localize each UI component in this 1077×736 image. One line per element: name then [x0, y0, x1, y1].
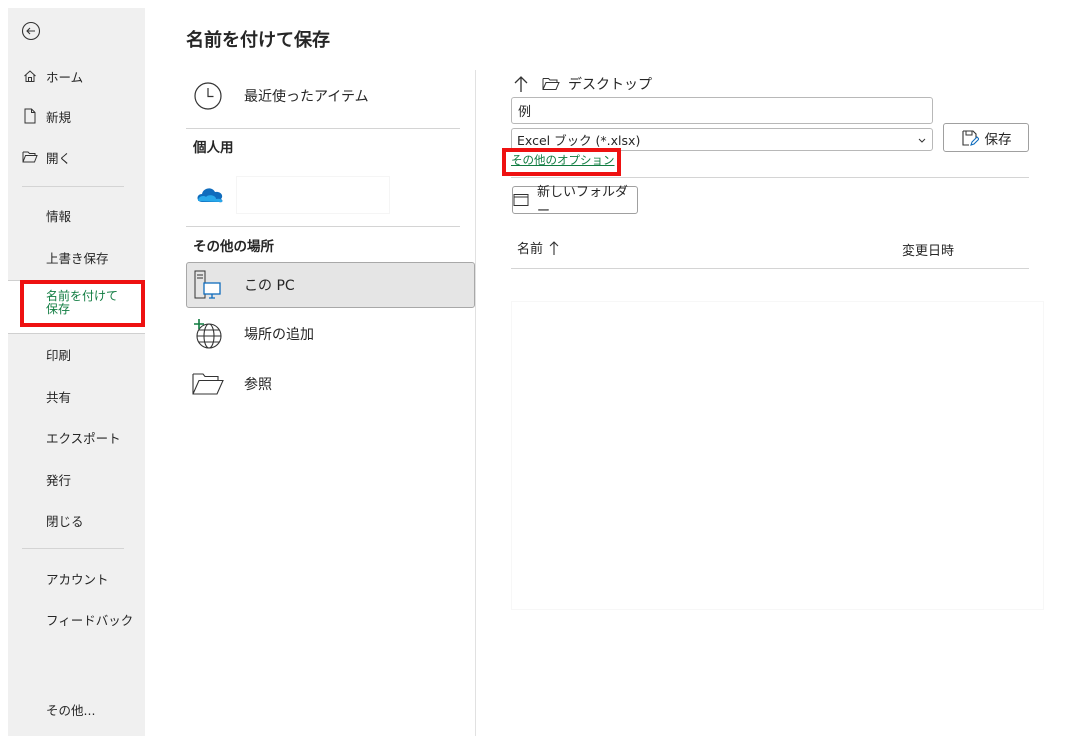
more-options-link[interactable]: その他のオプション	[511, 152, 615, 168]
nav-new-label: 新規	[46, 109, 72, 125]
computer-icon	[190, 267, 226, 303]
column-header-name[interactable]: 名前	[517, 238, 559, 257]
save-icon	[961, 129, 979, 147]
filetype-select[interactable]: Excel ブック (*.xlsx)	[511, 128, 933, 151]
column-header-modified[interactable]: 変更日時	[902, 240, 954, 259]
nav-close-label: 閉じる	[46, 513, 84, 529]
nav-share[interactable]: 共有	[8, 378, 145, 414]
location-browse[interactable]: 参照	[186, 362, 474, 406]
nav-export[interactable]: エクスポート	[8, 419, 145, 455]
home-icon	[22, 68, 38, 84]
nav-info-label: 情報	[46, 208, 72, 224]
location-browse-label: 参照	[244, 377, 272, 393]
nav-feedback[interactable]: フィードバック	[8, 601, 145, 637]
save-button[interactable]: 保存	[943, 123, 1029, 152]
new-folder-label: 新しいフォルダー	[537, 185, 629, 219]
nav-export-label: エクスポート	[46, 430, 121, 446]
path-label[interactable]: デスクトップ	[568, 74, 652, 94]
back-button[interactable]	[20, 21, 42, 45]
up-arrow-icon[interactable]	[514, 74, 530, 94]
nav-publish-label: 発行	[46, 472, 72, 488]
nav-divider	[22, 548, 124, 549]
back-arrow-icon	[21, 21, 41, 45]
nav-account-label: アカウント	[46, 571, 109, 587]
file-list[interactable]	[512, 302, 1043, 609]
nav-divider	[22, 186, 124, 187]
nav-more[interactable]: その他...	[8, 691, 145, 727]
save-button-label: 保存	[984, 131, 1012, 148]
nav-feedback-label: フィードバック	[46, 612, 134, 628]
column-header-name-label: 名前	[517, 242, 544, 257]
open-folder-icon	[22, 149, 38, 165]
list-header-divider	[511, 268, 1029, 269]
path-breadcrumb: デスクトップ	[514, 72, 652, 96]
new-doc-icon	[22, 108, 38, 124]
left-strip	[0, 0, 8, 736]
globe-add-icon	[190, 316, 226, 352]
backstage-nav: ホーム 新規 開く 情報 上書き保存 名前を付けて保存 印刷 共有 エクスポート…	[8, 8, 145, 736]
nav-print[interactable]: 印刷	[8, 336, 145, 372]
nav-account[interactable]: アカウント	[8, 560, 145, 596]
section-other: その他の場所	[193, 239, 274, 255]
onedrive-cloud-icon	[194, 184, 226, 208]
nav-save-as-label: 名前を付けて保存	[46, 289, 119, 316]
onedrive-account-name	[236, 176, 390, 214]
sort-ascending-icon	[549, 240, 559, 256]
new-folder-icon	[513, 193, 529, 207]
location-add-place-label: 場所の追加	[244, 327, 314, 343]
location-this-pc-label: この PC	[244, 278, 295, 294]
page-title: 名前を付けて保存	[186, 30, 330, 51]
location-divider	[186, 226, 460, 227]
nav-open-label: 開く	[46, 150, 72, 166]
chevron-down-icon	[917, 132, 927, 147]
nav-close[interactable]: 閉じる	[8, 502, 145, 538]
nav-print-label: 印刷	[46, 347, 72, 363]
location-add-place[interactable]: 場所の追加	[186, 312, 474, 356]
location-recent[interactable]: 最近使ったアイテム	[186, 74, 474, 118]
nav-open[interactable]: 開く	[8, 139, 145, 175]
location-this-pc[interactable]: この PC	[186, 263, 474, 307]
nav-more-label: その他...	[46, 702, 96, 718]
section-personal: 個人用	[193, 140, 234, 156]
filename-input[interactable]	[511, 97, 933, 124]
nav-share-label: 共有	[46, 389, 72, 405]
location-divider	[186, 128, 460, 129]
location-onedrive[interactable]	[186, 174, 406, 216]
nav-home-label: ホーム	[46, 69, 84, 85]
nav-save-label: 上書き保存	[46, 250, 109, 266]
panel-divider	[511, 177, 1029, 178]
folder-icon	[542, 76, 562, 92]
nav-home[interactable]: ホーム	[8, 58, 145, 94]
location-recent-label: 最近使ったアイテム	[244, 89, 369, 105]
column-divider	[475, 70, 476, 736]
nav-info[interactable]: 情報	[8, 197, 145, 233]
filetype-value: Excel ブック (*.xlsx)	[517, 133, 641, 148]
nav-new[interactable]: 新規	[8, 98, 145, 134]
nav-publish[interactable]: 発行	[8, 461, 145, 497]
nav-save[interactable]: 上書き保存	[8, 239, 145, 275]
new-folder-button[interactable]: 新しいフォルダー	[512, 185, 638, 219]
top-strip	[0, 0, 1077, 8]
clock-icon	[190, 78, 226, 114]
browse-folder-icon	[190, 366, 226, 402]
